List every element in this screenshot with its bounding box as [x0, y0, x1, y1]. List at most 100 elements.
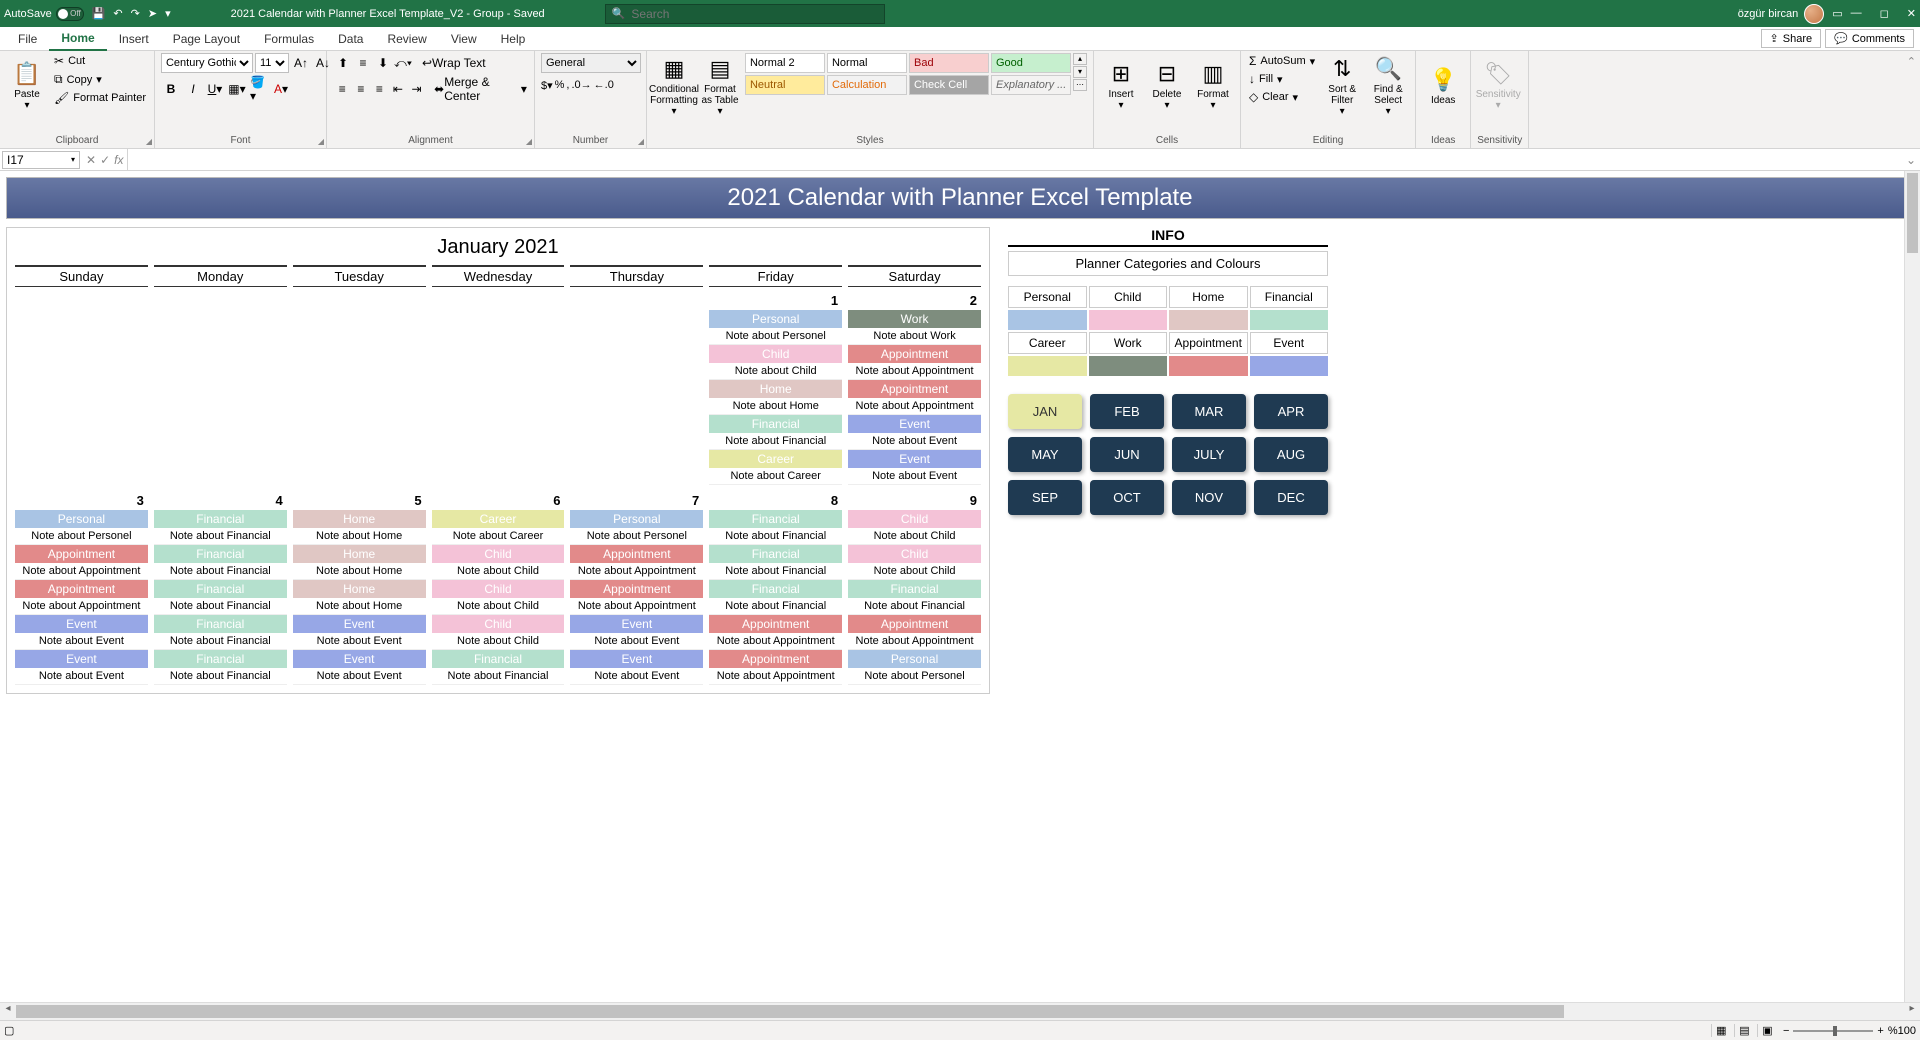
close-icon[interactable]: ✕: [1907, 7, 1916, 20]
cursor-icon[interactable]: ➤: [148, 7, 157, 20]
category-cell[interactable]: Event: [570, 650, 703, 668]
gallery-more-icon[interactable]: ⋯: [1073, 79, 1087, 91]
increase-indent-icon[interactable]: ⇥: [407, 79, 426, 99]
category-cell[interactable]: Child: [709, 345, 842, 363]
percent-icon[interactable]: %: [555, 79, 565, 92]
category-cell[interactable]: Child: [432, 545, 565, 563]
note-cell[interactable]: Note about Work: [848, 328, 981, 345]
autosum-button[interactable]: ΣAutoSum ▾: [1247, 53, 1317, 69]
insert-cells-button[interactable]: ⊞Insert▾: [1100, 53, 1142, 119]
category-cell[interactable]: Appointment: [709, 650, 842, 668]
category-cell[interactable]: Personal: [15, 510, 148, 528]
note-cell[interactable]: Note about Home: [709, 398, 842, 415]
month-button-apr[interactable]: APR: [1254, 394, 1328, 429]
category-cell[interactable]: Home: [293, 580, 426, 598]
month-button-jun[interactable]: JUN: [1090, 437, 1164, 472]
sensitivity-button[interactable]: 🏷Sensitivity▾: [1477, 53, 1519, 119]
month-button-jan[interactable]: JAN: [1008, 394, 1082, 429]
tab-help[interactable]: Help: [489, 28, 538, 50]
category-cell[interactable]: Child: [432, 580, 565, 598]
zoom-level[interactable]: %100: [1888, 1025, 1916, 1037]
cancel-formula-icon[interactable]: ✕: [86, 153, 96, 167]
dialog-launcher-icon[interactable]: ◢: [526, 137, 532, 146]
category-cell[interactable]: Appointment: [709, 615, 842, 633]
normal-view-icon[interactable]: ▦: [1711, 1024, 1731, 1037]
font-name-select[interactable]: Century Gothic: [161, 53, 253, 73]
month-button-nov[interactable]: NOV: [1172, 480, 1246, 515]
decrease-indent-icon[interactable]: ⇤: [389, 79, 408, 99]
align-left-icon[interactable]: ≡: [333, 79, 352, 99]
month-button-mar[interactable]: MAR: [1172, 394, 1246, 429]
note-cell[interactable]: Note about Appointment: [15, 563, 148, 580]
category-cell[interactable]: Appointment: [848, 615, 981, 633]
note-cell[interactable]: Note about Event: [293, 668, 426, 685]
align-right-icon[interactable]: ≡: [370, 79, 389, 99]
font-color-button[interactable]: A▾: [271, 79, 291, 99]
note-cell[interactable]: Note about Financial: [154, 563, 287, 580]
category-cell[interactable]: Financial: [709, 545, 842, 563]
month-button-july[interactable]: JULY: [1172, 437, 1246, 472]
ideas-button[interactable]: 💡Ideas: [1422, 53, 1464, 119]
style-calculation[interactable]: Calculation: [827, 75, 907, 95]
category-cell[interactable]: Financial: [848, 580, 981, 598]
note-cell[interactable]: Note about Event: [570, 633, 703, 650]
note-cell[interactable]: Note about Home: [293, 598, 426, 615]
note-cell[interactable]: Note about Child: [432, 563, 565, 580]
category-cell[interactable]: Child: [848, 510, 981, 528]
month-button-aug[interactable]: AUG: [1254, 437, 1328, 472]
category-cell[interactable]: Event: [293, 650, 426, 668]
search-box[interactable]: 🔍: [605, 4, 885, 24]
autosave-toggle[interactable]: Off: [56, 7, 84, 21]
category-cell[interactable]: Appointment: [570, 545, 703, 563]
expand-formula-bar-icon[interactable]: ⌄: [1902, 153, 1920, 167]
category-cell[interactable]: Personal: [570, 510, 703, 528]
note-cell[interactable]: Note about Event: [848, 433, 981, 450]
copy-button[interactable]: ⧉Copy ▾: [52, 71, 148, 88]
note-cell[interactable]: Note about Event: [293, 633, 426, 650]
vertical-scrollbar[interactable]: [1904, 171, 1920, 1002]
category-cell[interactable]: Career: [709, 450, 842, 468]
note-cell[interactable]: Note about Appointment: [848, 363, 981, 380]
increase-decimal-icon[interactable]: .0→: [571, 79, 591, 92]
style-bad[interactable]: Bad: [909, 53, 989, 73]
note-cell[interactable]: Note about Personel: [15, 528, 148, 545]
worksheet-area[interactable]: 2021 Calendar with Planner Excel Templat…: [0, 171, 1920, 1002]
ribbon-display-icon[interactable]: ▭: [1832, 7, 1842, 20]
sort-filter-button[interactable]: ⇅Sort & Filter▾: [1321, 53, 1363, 119]
italic-button[interactable]: I: [183, 79, 203, 99]
scroll-left-icon[interactable]: ◂: [0, 1003, 16, 1020]
tab-formulas[interactable]: Formulas: [252, 28, 326, 50]
note-cell[interactable]: Note about Personel: [570, 528, 703, 545]
share-button[interactable]: ⇪Share: [1761, 29, 1822, 48]
note-cell[interactable]: Note about Financial: [154, 633, 287, 650]
fill-color-button[interactable]: 🪣▾: [249, 79, 269, 99]
formula-input[interactable]: [127, 149, 1901, 170]
qat-customize-icon[interactable]: ▾: [165, 7, 171, 20]
category-cell[interactable]: Home: [709, 380, 842, 398]
note-cell[interactable]: Note about Child: [432, 598, 565, 615]
align-middle-icon[interactable]: ≡: [353, 53, 373, 73]
fill-button[interactable]: ↓Fill ▾: [1247, 71, 1317, 87]
collapse-ribbon-icon[interactable]: ⌃: [1903, 51, 1920, 148]
undo-icon[interactable]: ↶: [113, 7, 122, 20]
format-as-table-button[interactable]: ▤Format as Table▾: [699, 53, 741, 119]
comma-icon[interactable]: ,: [566, 79, 569, 92]
enter-formula-icon[interactable]: ✓: [100, 153, 110, 167]
scrollbar-thumb[interactable]: [1907, 173, 1918, 253]
category-cell[interactable]: Appointment: [570, 580, 703, 598]
tab-insert[interactable]: Insert: [107, 28, 161, 50]
format-painter-button[interactable]: 🖌Format Painter: [52, 90, 148, 106]
note-cell[interactable]: Note about Financial: [709, 528, 842, 545]
note-cell[interactable]: Note about Child: [848, 528, 981, 545]
note-cell[interactable]: Note about Financial: [154, 668, 287, 685]
note-cell[interactable]: Note about Home: [293, 563, 426, 580]
note-cell[interactable]: Note about Appointment: [15, 598, 148, 615]
month-button-oct[interactable]: OCT: [1090, 480, 1164, 515]
dialog-launcher-icon[interactable]: ◢: [146, 137, 152, 146]
note-cell[interactable]: Note about Appointment: [848, 398, 981, 415]
tab-data[interactable]: Data: [326, 28, 375, 50]
format-cells-button[interactable]: ▥Format▾: [1192, 53, 1234, 119]
note-cell[interactable]: Note about Event: [570, 668, 703, 685]
note-cell[interactable]: Note about Event: [15, 668, 148, 685]
category-cell[interactable]: Appointment: [15, 545, 148, 563]
